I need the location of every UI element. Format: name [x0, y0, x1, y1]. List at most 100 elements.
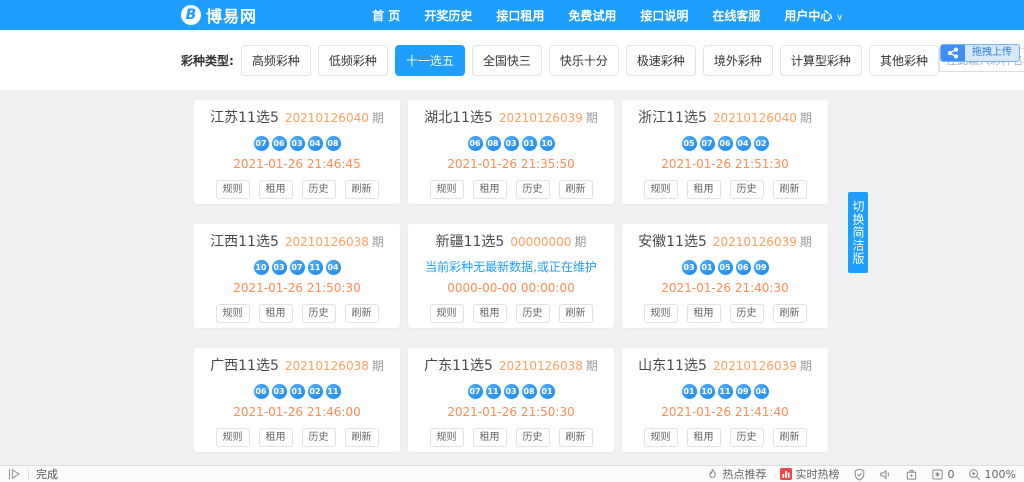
- refresh-button[interactable]: 刷新: [773, 428, 807, 447]
- lottery-ball: 08: [485, 135, 502, 152]
- filter-high-frequency[interactable]: 高频彩种: [241, 45, 311, 76]
- draw-numbers: 0706030408: [194, 135, 400, 152]
- rent-button[interactable]: 租用: [687, 428, 721, 447]
- lottery-ball: 11: [307, 259, 324, 276]
- rent-button[interactable]: 租用: [259, 428, 293, 447]
- rent-button[interactable]: 租用: [687, 304, 721, 323]
- nav-item-api-docs[interactable]: 接口说明: [640, 7, 688, 24]
- filter-type-label: 彩种类型:: [181, 52, 234, 69]
- play-icon[interactable]: [8, 468, 21, 480]
- refresh-button[interactable]: 刷新: [345, 180, 379, 199]
- refresh-button[interactable]: 刷新: [559, 180, 593, 199]
- lottery-ball: 10: [539, 135, 556, 152]
- site-logo[interactable]: B 博易网: [181, 3, 257, 27]
- rules-button[interactable]: 规则: [644, 428, 678, 447]
- drag-upload-widget[interactable]: 拖拽上传: [940, 44, 1020, 62]
- lottery-ball: 04: [307, 135, 324, 152]
- status-divider: [28, 469, 29, 479]
- rules-button[interactable]: 规则: [430, 428, 464, 447]
- adblock-counter[interactable]: 0: [931, 468, 955, 481]
- draw-time: 2021-01-26 21:46:00: [194, 406, 400, 419]
- lottery-ball: 05: [681, 135, 698, 152]
- realtime-hot-label: 实时热榜: [796, 466, 840, 482]
- lottery-ball: 04: [735, 135, 752, 152]
- history-button[interactable]: 历史: [730, 180, 764, 199]
- history-button[interactable]: 历史: [516, 428, 550, 447]
- lottery-ball: 07: [289, 259, 306, 276]
- draw-numbers: 0110110904: [622, 383, 828, 400]
- rules-button[interactable]: 规则: [216, 428, 250, 447]
- rules-button[interactable]: 规则: [644, 304, 678, 323]
- draw-numbers: 1003071104: [194, 259, 400, 276]
- filter-overseas[interactable]: 境外彩种: [703, 45, 773, 76]
- card-actions: 规则租用历史刷新: [408, 180, 614, 199]
- filter-low-frequency[interactable]: 低频彩种: [318, 45, 388, 76]
- card-title-row: 广西11选520210126038期: [194, 359, 400, 374]
- filter-other[interactable]: 其他彩种: [869, 45, 939, 76]
- nav-item-draw-history[interactable]: 开奖历史: [424, 7, 472, 24]
- switch-simple-version-tab[interactable]: 切换简洁版: [848, 192, 868, 273]
- realtime-hot-toggle[interactable]: 实时热榜: [780, 466, 840, 482]
- card-period: 20210126040: [713, 111, 797, 125]
- card-actions: 规则租用历史刷新: [622, 180, 828, 199]
- refresh-button[interactable]: 刷新: [345, 428, 379, 447]
- rent-button[interactable]: 租用: [687, 180, 721, 199]
- hot-recommend-toggle[interactable]: 热点推荐: [706, 466, 767, 482]
- card-actions: 规则租用历史刷新: [194, 304, 400, 323]
- draw-numbers: 0507060402: [622, 135, 828, 152]
- nav-item-user-center[interactable]: 用户中心∨: [784, 7, 843, 24]
- period-suffix-label: 期: [574, 235, 586, 249]
- history-button[interactable]: 历史: [730, 304, 764, 323]
- draw-time: 2021-01-26 21:50:30: [408, 406, 614, 419]
- refresh-button[interactable]: 刷新: [773, 304, 807, 323]
- lottery-ball: 07: [253, 135, 270, 152]
- rules-button[interactable]: 规则: [216, 180, 250, 199]
- card-title: 新疆11选5: [436, 234, 505, 250]
- filter-calculated[interactable]: 计算型彩种: [780, 45, 862, 76]
- rules-button[interactable]: 规则: [430, 180, 464, 199]
- lottery-ball: 03: [271, 383, 288, 400]
- history-button[interactable]: 历史: [730, 428, 764, 447]
- history-button[interactable]: 历史: [302, 180, 336, 199]
- security-check-button[interactable]: [853, 468, 866, 481]
- history-button[interactable]: 历史: [516, 304, 550, 323]
- logo-icon: B: [181, 5, 201, 25]
- filter-eleven-pick-five[interactable]: 十一选五: [395, 45, 465, 76]
- nav-item-online-service[interactable]: 在线客服: [712, 7, 760, 24]
- card-actions: 规则租用历史刷新: [408, 304, 614, 323]
- zoom-level: 100%: [985, 468, 1016, 481]
- refresh-button[interactable]: 刷新: [345, 304, 379, 323]
- filter-speed[interactable]: 极速彩种: [626, 45, 696, 76]
- zoom-control[interactable]: 100%: [968, 468, 1016, 481]
- refresh-button[interactable]: 刷新: [559, 428, 593, 447]
- rules-button[interactable]: 规则: [216, 304, 250, 323]
- filter-happy-ten[interactable]: 快乐十分: [549, 45, 619, 76]
- rent-button[interactable]: 租用: [259, 304, 293, 323]
- lottery-ball: 03: [681, 259, 698, 276]
- period-suffix-label: 期: [372, 359, 384, 373]
- history-button[interactable]: 历史: [302, 304, 336, 323]
- chevron-down-icon: ∨: [836, 13, 843, 23]
- nav-item-free-trial[interactable]: 免费试用: [568, 7, 616, 24]
- history-button[interactable]: 历史: [302, 428, 336, 447]
- history-button[interactable]: 历史: [516, 180, 550, 199]
- lottery-card: 广东11选520210126038期07110308012021-01-26 2…: [408, 348, 614, 452]
- refresh-button[interactable]: 刷新: [773, 180, 807, 199]
- sound-button[interactable]: [879, 468, 892, 481]
- lottery-ball: 04: [325, 259, 342, 276]
- refresh-button[interactable]: 刷新: [559, 304, 593, 323]
- rent-button[interactable]: 租用: [473, 428, 507, 447]
- rules-button[interactable]: 规则: [430, 304, 464, 323]
- filter-national-kuai3[interactable]: 全国快三: [472, 45, 542, 76]
- rent-button[interactable]: 租用: [473, 180, 507, 199]
- downloads-button[interactable]: [905, 468, 918, 481]
- lottery-card: 江西11选520210126038期10030711042021-01-26 2…: [194, 224, 400, 328]
- rent-button[interactable]: 租用: [473, 304, 507, 323]
- lottery-ball: 06: [271, 135, 288, 152]
- lottery-card: 湖北11选520210126039期06080301102021-01-26 2…: [408, 100, 614, 204]
- nav-item-home[interactable]: 首 页: [372, 7, 400, 24]
- rent-button[interactable]: 租用: [259, 180, 293, 199]
- page-load-status: 完成: [36, 466, 58, 482]
- nav-item-api-rental[interactable]: 接口租用: [496, 7, 544, 24]
- rules-button[interactable]: 规则: [644, 180, 678, 199]
